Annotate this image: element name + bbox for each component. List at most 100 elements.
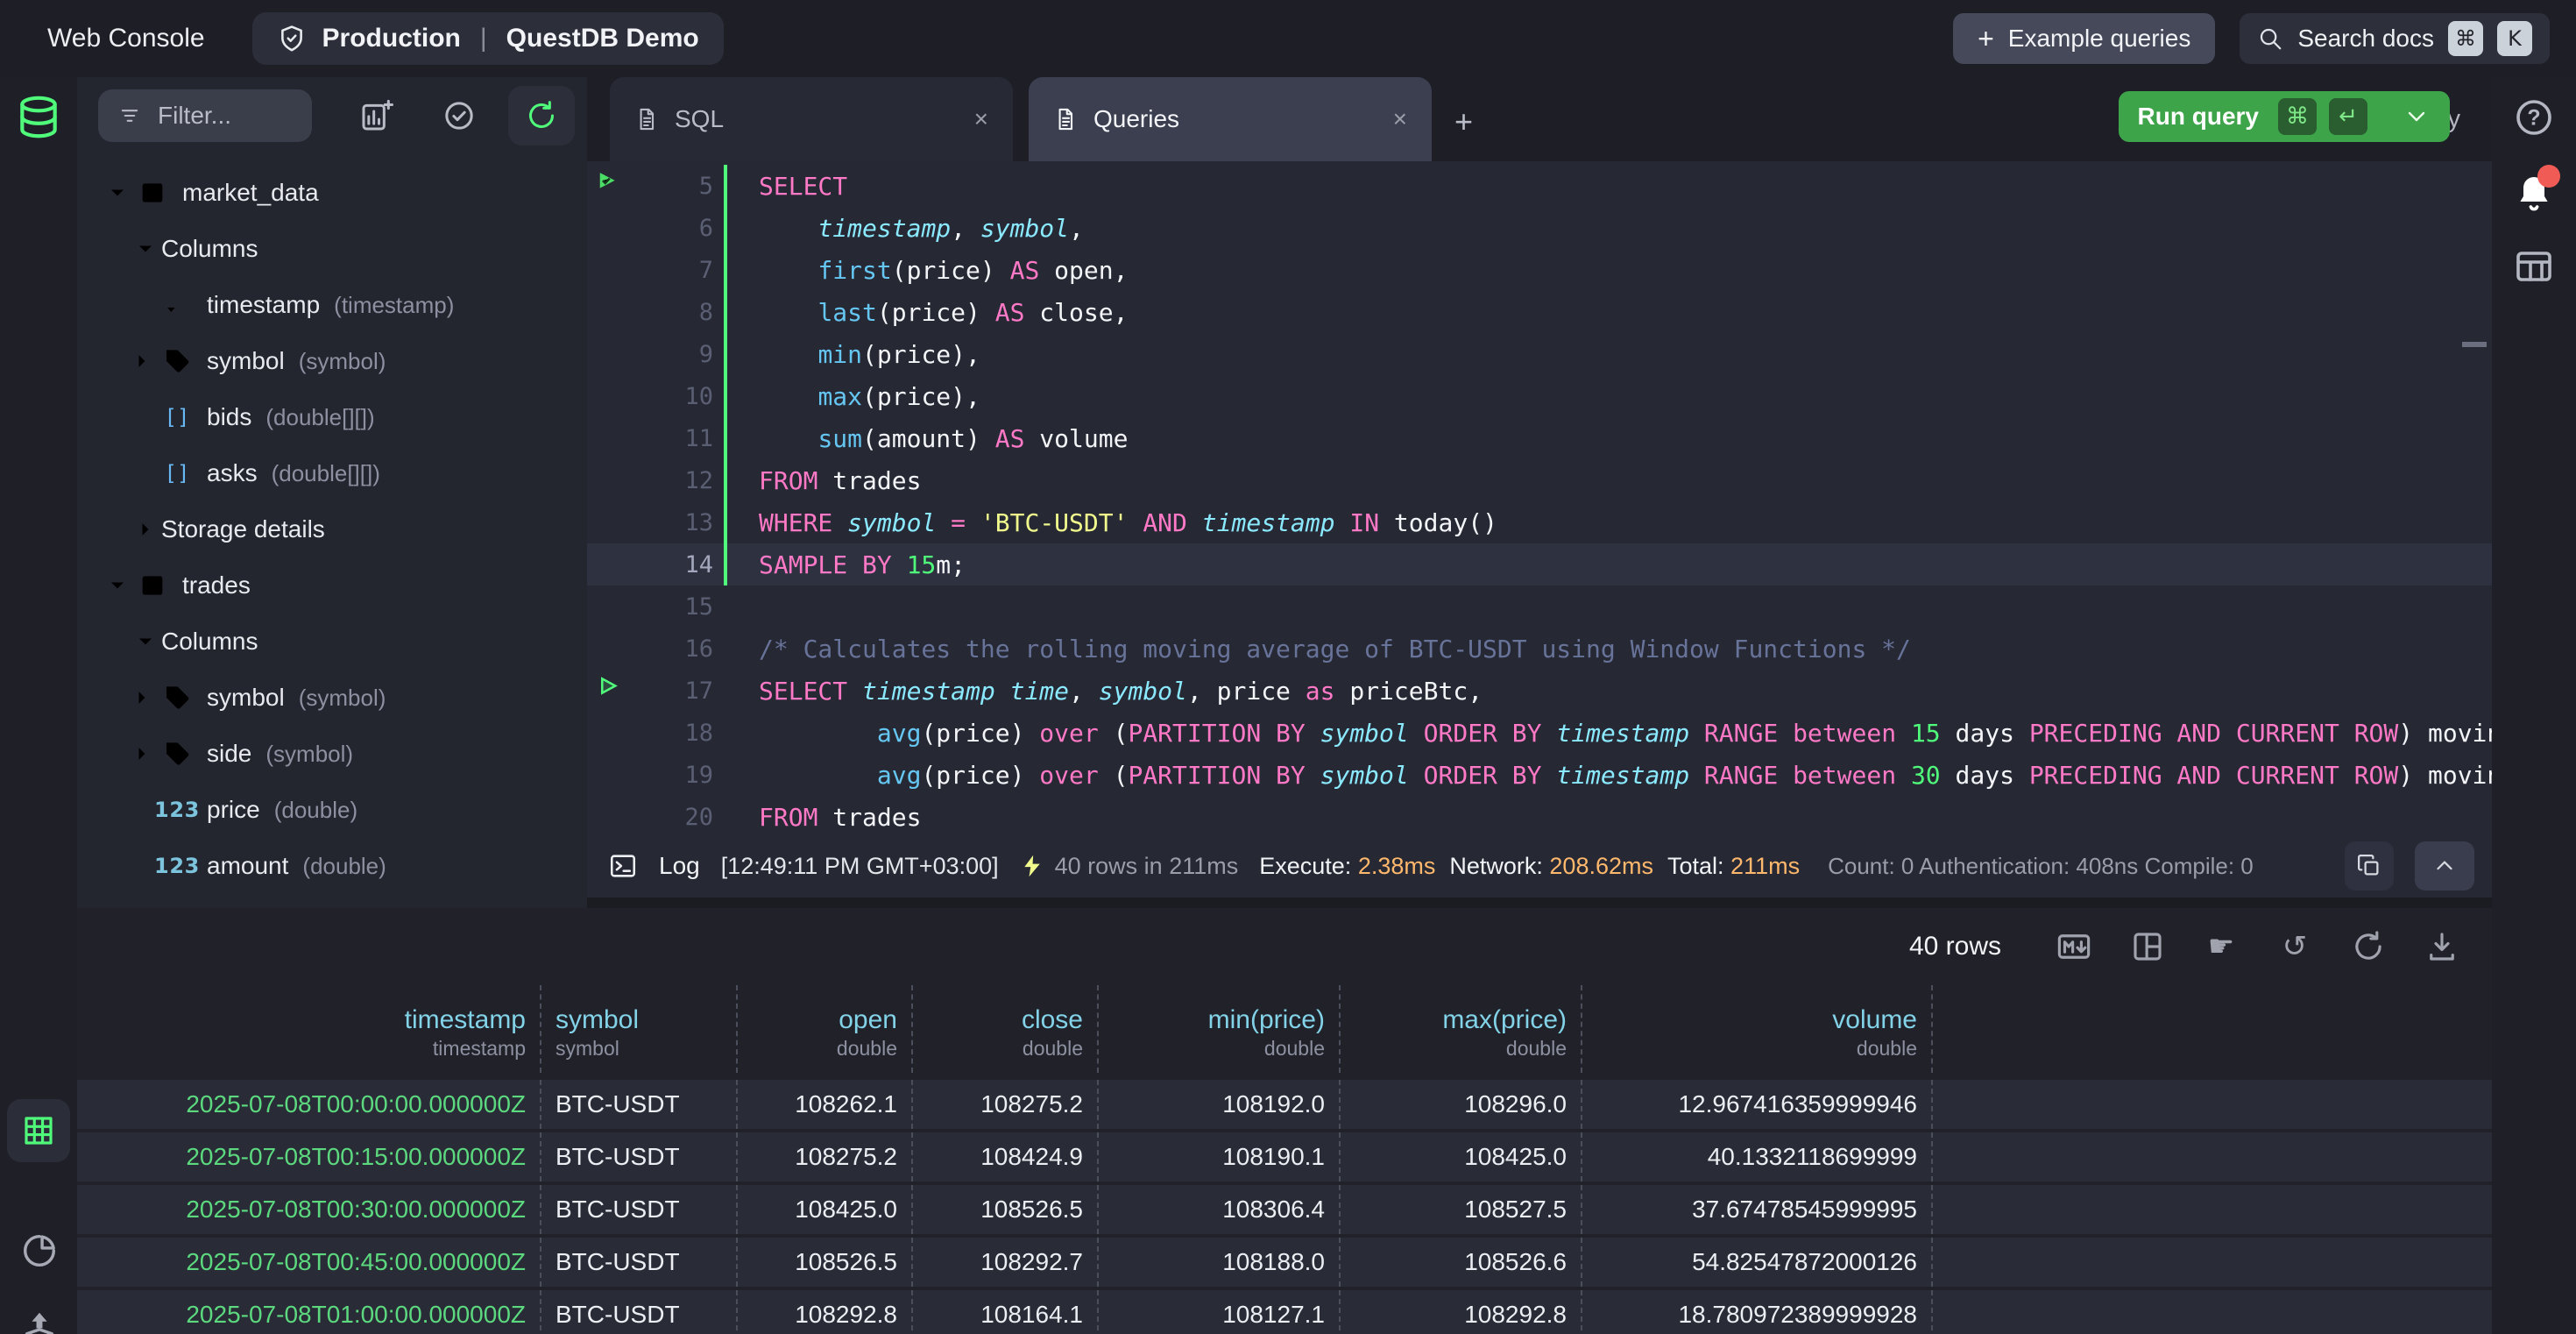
table-cell[interactable]: 54.82547872000126	[1582, 1238, 1933, 1287]
table-cell[interactable]: 18.780972389999928	[1582, 1290, 1933, 1334]
tree-item-symbol[interactable]: symbol(symbol)	[77, 670, 587, 726]
download-icon[interactable]	[2424, 928, 2460, 965]
tab-sql[interactable]: SQL×	[610, 77, 1013, 161]
table-cell[interactable]: BTC-USDT	[541, 1132, 738, 1181]
table-cell[interactable]: 108425.0	[738, 1185, 913, 1234]
table-cell[interactable]: 108275.2	[913, 1080, 1099, 1129]
code-line-20[interactable]: 20FROM trades	[587, 796, 2492, 834]
table-cell[interactable]: 108424.9	[913, 1132, 1099, 1181]
example-queries-button[interactable]: + Example queries	[1953, 13, 2215, 64]
code-line-9[interactable]: 9 min(price),	[587, 333, 2492, 375]
table-cell[interactable]: 108190.1	[1099, 1132, 1341, 1181]
table-cell[interactable]: 2025-07-08T00:00:00.000000Z	[77, 1080, 541, 1129]
table-cell[interactable]: 40.1332118699999	[1582, 1132, 1933, 1181]
code-line-8[interactable]: 8 last(price) AS close,	[587, 291, 2492, 333]
tree-item-storage-details[interactable]: Storage details	[77, 501, 587, 557]
code-line-13[interactable]: 13WHERE symbol = 'BTC-USDT' AND timestam…	[587, 501, 2492, 543]
select-tables-button[interactable]	[442, 98, 477, 133]
instance-pill[interactable]: Production | QuestDB Demo	[252, 12, 724, 65]
grid-view-button[interactable]	[7, 1099, 70, 1162]
table-cell[interactable]: 108164.1	[913, 1290, 1099, 1334]
code-line-19[interactable]: 19 avg(price) over (PARTITION BY symbol …	[587, 754, 2492, 796]
table-cell[interactable]: 2025-07-08T00:15:00.000000Z	[77, 1132, 541, 1181]
notifications-button[interactable]	[2513, 172, 2555, 214]
query-success-marker-icon[interactable]	[597, 170, 623, 202]
tree-item-bids[interactable]: []bids(double[][])	[77, 389, 587, 445]
chevron-down-icon[interactable]	[130, 233, 161, 265]
table-cell[interactable]: 108188.0	[1099, 1238, 1341, 1287]
close-tab-icon[interactable]: ×	[1393, 105, 1407, 133]
table-cell[interactable]: 108526.5	[738, 1238, 913, 1287]
code-line-6[interactable]: 6 timestamp, symbol,	[587, 207, 2492, 249]
table-cell[interactable]: 2025-07-08T00:30:00.000000Z	[77, 1185, 541, 1234]
table-cell[interactable]: BTC-USDT	[541, 1238, 738, 1287]
table-cell[interactable]: 108306.4	[1099, 1185, 1341, 1234]
collapse-log-button[interactable]	[2415, 841, 2474, 891]
table-cell[interactable]: 108292.7	[913, 1238, 1099, 1287]
add-metrics-button[interactable]	[359, 98, 394, 133]
code-line-10[interactable]: 10 max(price),	[587, 375, 2492, 417]
chevron-right-icon[interactable]	[126, 682, 158, 713]
table-cell[interactable]: 2025-07-08T01:00:00.000000Z	[77, 1290, 541, 1334]
table-cell[interactable]: BTC-USDT	[541, 1080, 738, 1129]
chevron-down-icon[interactable]	[102, 570, 133, 601]
code-line-16[interactable]: 16/* Calculates the rolling moving avera…	[587, 628, 2492, 670]
tree-item-columns[interactable]: Columns	[77, 221, 587, 277]
sql-editor[interactable]: 5SELECT6 timestamp, symbol,7 first(price…	[587, 161, 2492, 834]
close-tab-icon[interactable]: ×	[974, 105, 988, 133]
table-cell[interactable]: 108127.1	[1099, 1290, 1341, 1334]
tree-item-market-data[interactable]: market_data	[77, 165, 587, 221]
table-cell[interactable]: 108192.0	[1099, 1080, 1341, 1129]
code-line-12[interactable]: 12FROM trades	[587, 459, 2492, 501]
table-cell[interactable]: 108275.2	[738, 1132, 913, 1181]
table-cell[interactable]: 108292.8	[1341, 1290, 1582, 1334]
run-query-button[interactable]: Run query ⌘ ↵	[2119, 91, 2450, 142]
new-tab-button[interactable]: +	[1454, 103, 1473, 140]
editor-scrollbar-thumb[interactable]	[2462, 342, 2487, 347]
chevron-right-icon[interactable]	[126, 738, 158, 770]
code-line-15[interactable]: 15	[587, 585, 2492, 628]
pointer-icon[interactable]: ☛	[2203, 928, 2240, 965]
help-button[interactable]: ?	[2513, 96, 2555, 138]
table-cell[interactable]: 37.67478545999995	[1582, 1185, 1933, 1234]
code-line-17[interactable]: 17SELECT timestamp time, symbol, price a…	[587, 670, 2492, 712]
refresh-schema-button[interactable]	[508, 86, 575, 145]
chevron-down-icon[interactable]	[130, 626, 161, 657]
filter-input[interactable]: Filter...	[98, 89, 312, 142]
table-cell[interactable]: 108527.5	[1341, 1185, 1582, 1234]
tree-item-amount[interactable]: 123amount(double)	[77, 838, 587, 894]
tree-item-symbol[interactable]: symbol(symbol)	[77, 333, 587, 389]
code-line-11[interactable]: 11 sum(amount) AS volume	[587, 417, 2492, 459]
chevron-right-icon[interactable]	[126, 345, 158, 377]
tree-item-columns[interactable]: Columns	[77, 614, 587, 670]
md-download-icon[interactable]	[2056, 928, 2092, 965]
search-docs-button[interactable]: Search docs ⌘ K	[2240, 13, 2550, 64]
table-cell[interactable]: 108296.0	[1341, 1080, 1582, 1129]
table-cell[interactable]: 12.967416359999946	[1582, 1080, 1933, 1129]
layout-columns-icon[interactable]	[2129, 928, 2166, 965]
table-cell[interactable]: 108425.0	[1341, 1132, 1582, 1181]
import-button[interactable]	[19, 1308, 60, 1334]
tree-item-timestamp[interactable]: timestamp(timestamp)	[77, 277, 587, 333]
refresh2-icon[interactable]	[2350, 928, 2387, 965]
table-cell[interactable]: 108526.6	[1341, 1238, 1582, 1287]
code-line-14[interactable]: 14SAMPLE BY 15m;	[587, 543, 2492, 585]
run-line-marker-icon[interactable]	[597, 675, 623, 707]
table-cell[interactable]: BTC-USDT	[541, 1290, 738, 1334]
chevron-right-icon[interactable]	[130, 514, 161, 545]
table-cell[interactable]: 108526.5	[913, 1185, 1099, 1234]
tree-item-asks[interactable]: []asks(double[][])	[77, 445, 587, 501]
code-line-7[interactable]: 7 first(price) AS open,	[587, 249, 2492, 291]
table-cell[interactable]: 108292.8	[738, 1290, 913, 1334]
chart-view-button[interactable]	[19, 1231, 60, 1271]
tab-queries[interactable]: Queries×	[1029, 77, 1432, 161]
restore-icon[interactable]: ↺	[2276, 928, 2313, 965]
table-cell[interactable]: BTC-USDT	[541, 1185, 738, 1234]
run-options-chevron-icon[interactable]	[2403, 103, 2431, 131]
table-cell[interactable]: 2025-07-08T00:45:00.000000Z	[77, 1238, 541, 1287]
table-cell[interactable]: 108262.1	[738, 1080, 913, 1129]
code-line-5[interactable]: 5SELECT	[587, 165, 2492, 207]
table-panel-button[interactable]	[2513, 245, 2555, 287]
tree-item-side[interactable]: side(symbol)	[77, 726, 587, 782]
code-line-18[interactable]: 18 avg(price) over (PARTITION BY symbol …	[587, 712, 2492, 754]
